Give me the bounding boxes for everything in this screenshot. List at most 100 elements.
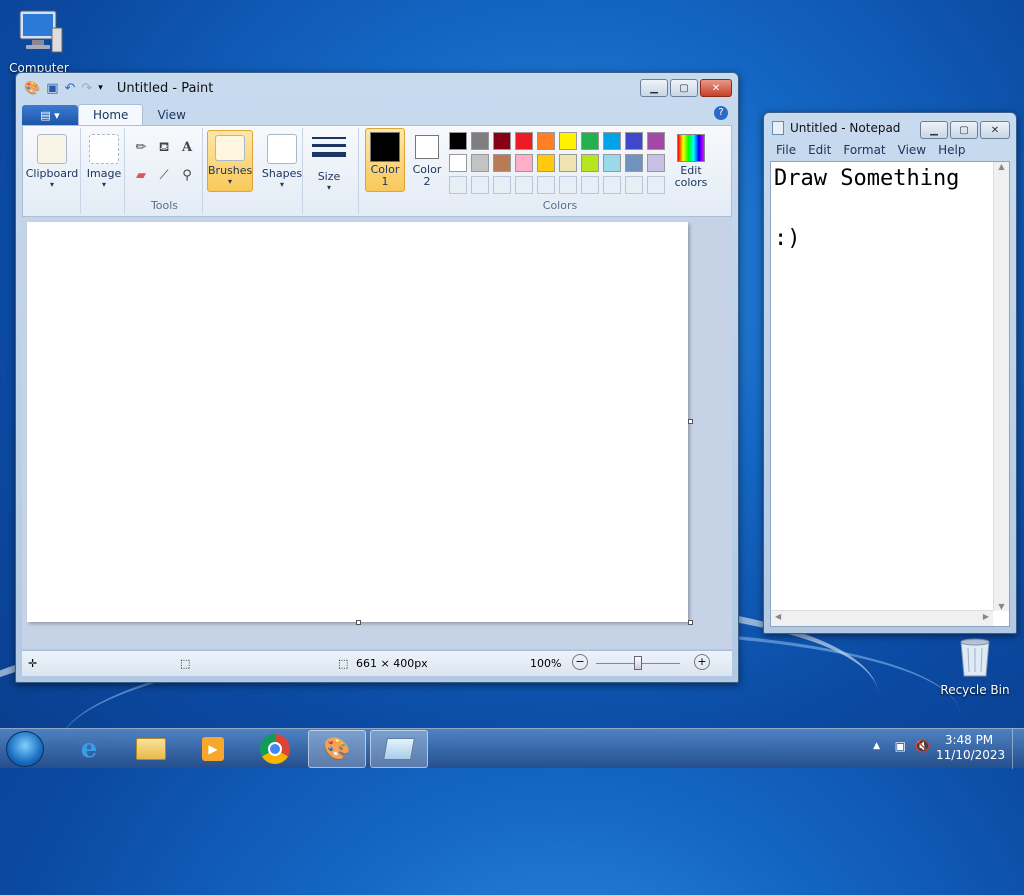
zoom-out-button[interactable]: − [572, 654, 588, 670]
custom-color-slot[interactable] [537, 176, 555, 194]
custom-color-slot[interactable] [559, 176, 577, 194]
group-clipboard: Clipboard ▾ [23, 128, 81, 214]
quick-access-toolbar: 🎨 ▣ ↶ ↷ ▾ Untitled - Paint [24, 81, 213, 96]
palette-swatch[interactable] [493, 132, 511, 150]
resize-handle-right[interactable] [688, 419, 693, 424]
vertical-scrollbar[interactable]: ▲ ▼ [993, 162, 1009, 611]
custom-color-slot[interactable] [515, 176, 533, 194]
palette-swatch[interactable] [625, 154, 643, 172]
custom-color-slot[interactable] [603, 176, 621, 194]
menu-help[interactable]: Help [938, 143, 965, 161]
minimize-button[interactable]: ▁ [920, 121, 948, 139]
palette-swatch[interactable] [647, 132, 665, 150]
custom-color-slot[interactable] [625, 176, 643, 194]
text-icon[interactable]: A [177, 138, 197, 158]
palette-swatch[interactable] [581, 154, 599, 172]
eraser-icon[interactable]: ▰ [131, 166, 151, 186]
tab-view[interactable]: View [143, 105, 199, 125]
taskbar-paint[interactable]: 🎨 [308, 730, 366, 768]
maximize-button[interactable]: ▢ [670, 79, 698, 97]
palette-swatch[interactable] [471, 154, 489, 172]
taskbar-file-explorer[interactable] [122, 730, 180, 768]
desktop-icon-recycle-bin[interactable]: Recycle Bin [940, 634, 1010, 697]
taskbar-internet-explorer[interactable]: e [60, 730, 118, 768]
palette-swatch[interactable] [647, 154, 665, 172]
palette-swatch[interactable] [449, 154, 467, 172]
image-button[interactable]: Image ▾ [83, 134, 125, 189]
chrome-icon [260, 734, 290, 764]
notepad-text-area[interactable]: Draw Something :) ▲ ▼ ◀ ▶ [770, 161, 1010, 627]
minimize-button[interactable]: ▁ [640, 79, 668, 97]
close-button[interactable]: ✕ [700, 79, 732, 97]
paint-menu-button[interactable]: ▤ ▾ [22, 105, 78, 125]
custom-color-slot[interactable] [581, 176, 599, 194]
color-picker-icon[interactable]: ⟋ [154, 166, 174, 186]
image-label: Image [86, 167, 122, 180]
clipboard-button[interactable]: Clipboard ▾ [23, 134, 81, 189]
pencil-icon[interactable]: ✏ [131, 138, 151, 158]
horizontal-scrollbar[interactable]: ◀ ▶ [771, 610, 993, 626]
brushes-button[interactable]: Brushes ▾ [207, 130, 253, 192]
menu-file[interactable]: File [776, 143, 796, 161]
zoom-slider-thumb[interactable] [634, 656, 642, 670]
magnifier-icon[interactable]: ⚲ [177, 166, 197, 186]
menu-format[interactable]: Format [843, 143, 885, 161]
custom-color-slot[interactable] [449, 176, 467, 194]
close-button[interactable]: ✕ [980, 121, 1010, 139]
clock[interactable]: 3:48 PM 11/10/2023 [936, 733, 1005, 763]
desktop-icon-computer[interactable]: Computer [4, 8, 74, 75]
redo-icon[interactable]: ↷ [81, 81, 92, 96]
taskbar-media-player[interactable]: ▶ [184, 730, 242, 768]
palette-swatch[interactable] [603, 132, 621, 150]
size-button[interactable]: Size ▾ [309, 134, 349, 192]
menu-view[interactable]: View [898, 143, 926, 161]
palette-swatch[interactable] [471, 132, 489, 150]
notepad-titlebar[interactable]: Untitled - Notepad ▁ ▢ ✕ [764, 113, 1016, 143]
taskbar-chrome[interactable] [246, 730, 304, 768]
start-button[interactable] [6, 731, 44, 767]
custom-color-slot[interactable] [493, 176, 511, 194]
undo-icon[interactable]: ↶ [64, 81, 75, 96]
tab-home[interactable]: Home [78, 104, 144, 125]
custom-color-slot[interactable] [471, 176, 489, 194]
palette-swatch[interactable] [603, 154, 621, 172]
palette-swatch[interactable] [537, 132, 555, 150]
color2-button[interactable]: Color 2 [409, 131, 445, 188]
palette-swatch[interactable] [515, 132, 533, 150]
clipboard-icon [37, 134, 67, 164]
custom-color-slot[interactable] [647, 176, 665, 194]
resize-handle-bottom[interactable] [356, 620, 361, 625]
palette-swatch[interactable] [559, 132, 577, 150]
fill-icon[interactable]: ⛾ [154, 138, 174, 158]
save-icon[interactable]: ▣ [46, 81, 58, 96]
edit-colors-button[interactable]: Edit colors [671, 134, 711, 189]
show-hidden-icons-icon[interactable]: ▲ [873, 741, 880, 751]
palette-swatch[interactable] [537, 154, 555, 172]
volume-muted-icon[interactable]: 🔇 [915, 739, 930, 753]
notepad-content[interactable]: Draw Something :) [774, 164, 959, 254]
maximize-button[interactable]: ▢ [950, 121, 978, 139]
palette-swatch[interactable] [559, 154, 577, 172]
drawing-canvas[interactable] [27, 222, 688, 622]
menu-edit[interactable]: Edit [808, 143, 831, 161]
internet-explorer-icon: e [80, 734, 98, 764]
media-player-icon: ▶ [202, 737, 224, 761]
palette-swatch[interactable] [625, 132, 643, 150]
resize-handle-corner[interactable] [688, 620, 693, 625]
shapes-button[interactable]: Shapes ▾ [261, 134, 303, 189]
palette-swatch[interactable] [493, 154, 511, 172]
zoom-in-button[interactable]: + [694, 654, 710, 670]
palette-swatch[interactable] [515, 154, 533, 172]
folder-icon [136, 738, 166, 760]
show-desktop-button[interactable] [1012, 729, 1024, 769]
palette-swatch[interactable] [581, 132, 599, 150]
size-icon [312, 137, 346, 167]
paint-titlebar[interactable]: 🎨 ▣ ↶ ↷ ▾ Untitled - Paint ▁ ▢ ✕ [16, 73, 738, 103]
customize-qat-icon[interactable]: ▾ [98, 83, 103, 93]
help-icon[interactable]: ? [714, 106, 728, 120]
color1-button[interactable]: Color 1 [365, 128, 405, 192]
palette-swatch[interactable] [449, 132, 467, 150]
taskbar-notepad[interactable] [370, 730, 428, 768]
group-shapes: Shapes ▾ [261, 128, 303, 214]
network-icon[interactable]: ▣ [895, 739, 906, 753]
